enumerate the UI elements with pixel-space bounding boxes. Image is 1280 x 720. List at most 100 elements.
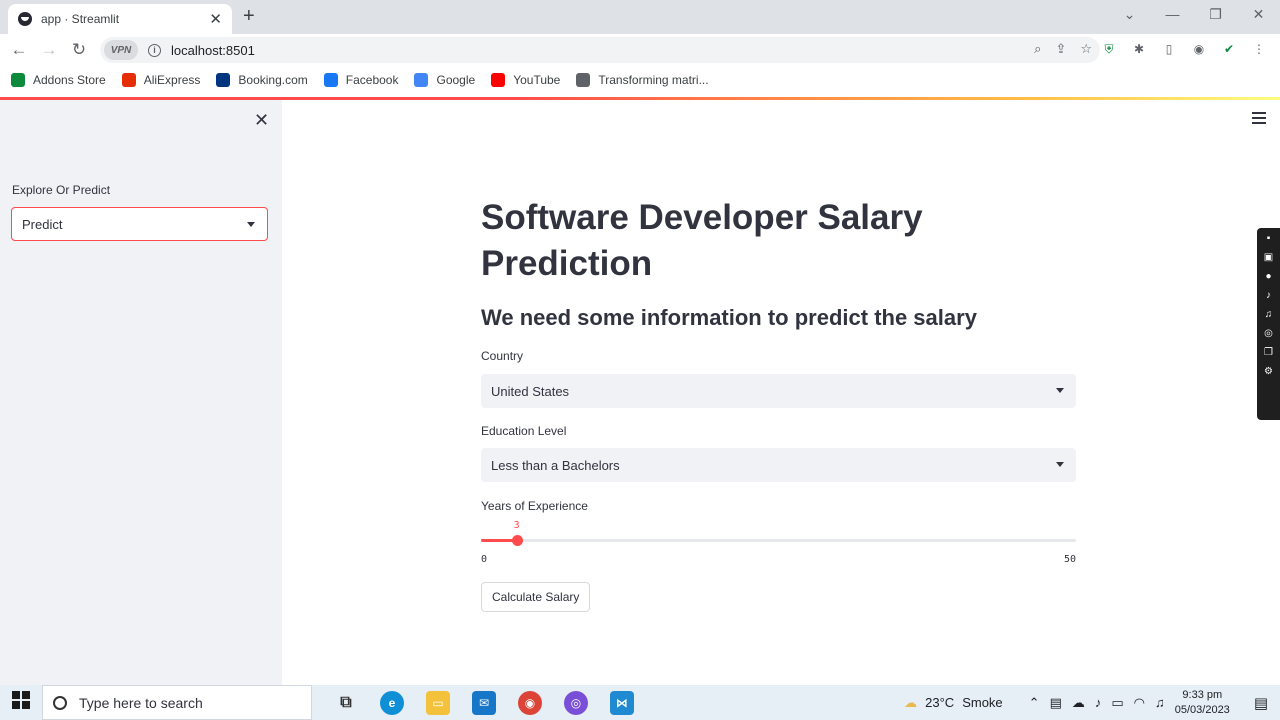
education-select[interactable]: Less than a Bachelors <box>481 448 1076 482</box>
country-select[interactable]: United States <box>481 374 1076 408</box>
window-controls: ⌄ — ❐ ✕ <box>1108 0 1280 32</box>
onedrive-icon[interactable]: ☁ <box>1072 695 1085 711</box>
battery-icon[interactable]: ▭ <box>1111 695 1123 711</box>
profile-avatar-icon[interactable]: ◉ <box>1190 40 1208 58</box>
tray-chevron-icon[interactable]: ⌃ <box>1029 695 1040 711</box>
weather-widget[interactable]: ☁ 23°C Smoke <box>904 695 1003 711</box>
side-panel-icon[interactable]: ▯ <box>1160 40 1178 58</box>
windows-start-icon[interactable] <box>0 691 42 714</box>
country-label: Country <box>481 349 524 363</box>
bookmark-label: Transforming matri... <box>598 73 709 87</box>
explore-predict-value: Predict <box>22 216 63 232</box>
country-value: United States <box>491 383 570 399</box>
task-view-icon[interactable]: ⧉ <box>334 691 358 715</box>
calculate-salary-button[interactable]: Calculate Salary <box>481 582 591 612</box>
obs-icon[interactable]: ◎ <box>564 690 588 715</box>
browser-tab[interactable]: app · Streamlit ✕ <box>8 4 232 34</box>
bookmark-item[interactable]: Addons Store <box>11 73 106 87</box>
pin-icon[interactable]: ▪ <box>1262 232 1275 245</box>
close-window-button[interactable]: ✕ <box>1237 0 1280 32</box>
bookmark-item[interactable]: Facebook <box>323 73 398 87</box>
bookmark-label: Google <box>436 73 476 87</box>
wifi-icon[interactable]: ◠ <box>1134 695 1145 711</box>
bookmark-star-icon[interactable]: ☆ <box>1080 41 1092 57</box>
bookmark-label: Booking.com <box>238 73 308 87</box>
restore-button[interactable]: ❐ <box>1194 0 1237 32</box>
chrome-icon[interactable]: ◉ <box>518 690 542 715</box>
forward-arrow-icon[interactable]: → <box>34 40 64 60</box>
taskbar-search[interactable]: Type here to search <box>42 685 312 720</box>
bookmark-item[interactable]: Google <box>414 73 475 87</box>
microphone-tray-icon[interactable]: ♪ <box>1095 695 1102 710</box>
weather-condition: Smoke <box>962 695 1003 710</box>
bookmark-label: YouTube <box>513 73 561 87</box>
adblock-check-icon[interactable]: ✔ <box>1220 40 1238 58</box>
tray-app-icon[interactable]: ▤ <box>1050 695 1062 711</box>
experience-slider[interactable]: 3 <box>481 520 1076 546</box>
zoom-icon[interactable]: ⌕ <box>1034 41 1041 57</box>
booking-icon <box>216 73 231 87</box>
bookmark-item[interactable]: YouTube <box>491 73 560 87</box>
sidebar: ✕ Explore Or Predict Predict <box>0 100 282 685</box>
bookmark-item[interactable]: Transforming matri... <box>576 73 709 87</box>
vpn-icon[interactable]: VPN <box>104 40 138 60</box>
site-info-icon[interactable]: i <box>148 43 161 57</box>
bookmark-item[interactable]: Booking.com <box>216 73 308 87</box>
windows-taskbar: Type here to search ⧉ e ▭ ✉ ◉ ◎ ⋈ ☁ 23°C… <box>0 685 1280 720</box>
gear-icon[interactable]: ⚙ <box>1262 365 1275 378</box>
bookmark-item[interactable]: AliExpress <box>121 73 201 87</box>
streamlit-favicon-icon <box>18 12 32 26</box>
experience-label: Years of Experience <box>481 499 588 513</box>
search-placeholder: Type here to search <box>79 694 203 711</box>
screen-recorder-toolbar: ▪ ▣ ● ♪ ♫ ◎ ❐ ⚙ <box>1257 228 1280 420</box>
minimize-button[interactable]: — <box>1151 0 1194 32</box>
slider-thumb[interactable] <box>511 535 523 546</box>
slider-min: 0 <box>481 554 488 565</box>
url-text[interactable]: localhost:8501 <box>171 43 255 58</box>
puzzle-extensions-icon[interactable]: ✱ <box>1130 40 1148 58</box>
main-menu-icon[interactable] <box>1252 112 1266 127</box>
chevron-down-icon <box>247 222 255 227</box>
chevron-down-icon <box>1056 388 1064 393</box>
explore-predict-select[interactable]: Predict <box>11 207 268 241</box>
speaker-icon[interactable]: ♫ <box>1262 308 1275 321</box>
temperature: 23°C <box>925 695 955 710</box>
back-arrow-icon[interactable]: ← <box>4 40 34 60</box>
notifications-icon[interactable]: ▤ <box>1254 694 1268 712</box>
clock[interactable]: 9:33 pm 05/03/2023 <box>1175 688 1230 718</box>
browser-menu-icon[interactable]: ⋮ <box>1250 40 1268 58</box>
bookmark-label: Addons Store <box>33 73 106 87</box>
address-bar[interactable]: VPN i localhost:8501 ⌕ ⇪ ☆ <box>100 37 1100 63</box>
slider-value: 3 <box>513 520 520 531</box>
education-label: Education Level <box>481 424 567 438</box>
explore-predict-label: Explore Or Predict <box>12 183 111 197</box>
shield-extension-icon[interactable]: ⛨ <box>1100 40 1118 58</box>
reload-icon[interactable]: ↻ <box>64 40 94 60</box>
webcam-icon[interactable]: ◎ <box>1262 327 1275 340</box>
chevron-down-icon <box>1056 462 1064 467</box>
tab-title: app · Streamlit <box>41 12 120 26</box>
tab-search-icon[interactable]: ⌄ <box>1108 0 1151 32</box>
share-icon[interactable]: ⇪ <box>1055 41 1066 57</box>
mail-icon[interactable]: ✉ <box>472 690 496 715</box>
system-tray: ☁ 23°C Smoke ⌃ ▤ ☁ ♪ ▭ ◠ ♫ 9:33 pm 05/03… <box>904 685 1280 720</box>
camera-icon[interactable]: ▣ <box>1262 251 1275 264</box>
addons-store-icon <box>11 73 25 87</box>
record-icon[interactable]: ● <box>1262 270 1275 283</box>
globe-icon <box>576 73 591 87</box>
new-tab-button[interactable]: + <box>243 6 255 26</box>
volume-icon[interactable]: ♫ <box>1155 695 1165 710</box>
microphone-icon[interactable]: ♪ <box>1262 289 1275 302</box>
windows-icon[interactable]: ❐ <box>1262 346 1275 359</box>
edge-icon[interactable]: e <box>380 690 404 715</box>
search-icon <box>53 695 67 710</box>
clock-time: 9:33 pm <box>1182 688 1223 701</box>
youtube-icon <box>491 73 506 87</box>
bookmarks-bar: Addons Store AliExpress Booking.com Faceboo… <box>0 66 1280 94</box>
bookmark-label: AliExpress <box>143 73 201 87</box>
sidebar-close-icon[interactable]: ✕ <box>254 110 269 131</box>
tab-close-icon[interactable]: ✕ <box>209 10 222 28</box>
vscode-icon[interactable]: ⋈ <box>610 690 634 715</box>
file-explorer-icon[interactable]: ▭ <box>426 690 450 715</box>
clock-date: 05/03/2023 <box>1174 703 1230 716</box>
